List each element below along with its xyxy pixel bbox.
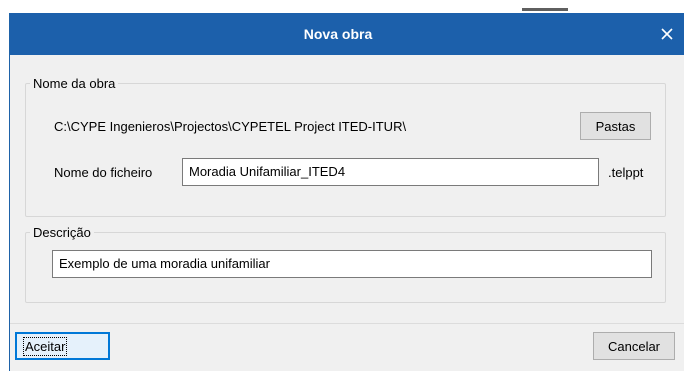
project-path: C:\CYPE Ingenieros\Projectos\CYPETEL Pro… [54, 119, 407, 134]
filename-label: Nome do ficheiro [54, 165, 153, 180]
description-input[interactable]: Exemplo de uma moradia unifamiliar [52, 250, 652, 278]
filename-input[interactable]: Moradia Unifamiliar_ITED4 [182, 158, 599, 186]
accept-button[interactable]: Aceitar [15, 332, 110, 360]
background-strip [0, 0, 684, 13]
title-bar[interactable]: Nova obra [10, 13, 684, 55]
folders-button[interactable]: Pastas [580, 112, 651, 140]
new-project-dialog: Nova obra Nome da obra C:\CYPE Ingeniero… [9, 13, 684, 371]
project-name-group: Nome da obra [25, 76, 666, 217]
cancel-button[interactable]: Cancelar [593, 332, 675, 360]
footer-divider [10, 323, 684, 324]
project-name-legend: Nome da obra [33, 76, 116, 91]
description-legend: Descrição [33, 225, 91, 240]
file-extension: .telppt [608, 165, 644, 180]
close-button[interactable] [655, 22, 679, 46]
close-icon [661, 28, 673, 40]
dialog-title: Nova obra [303, 26, 373, 42]
accept-button-label: Aceitar [22, 337, 68, 356]
background-mark [522, 8, 568, 11]
